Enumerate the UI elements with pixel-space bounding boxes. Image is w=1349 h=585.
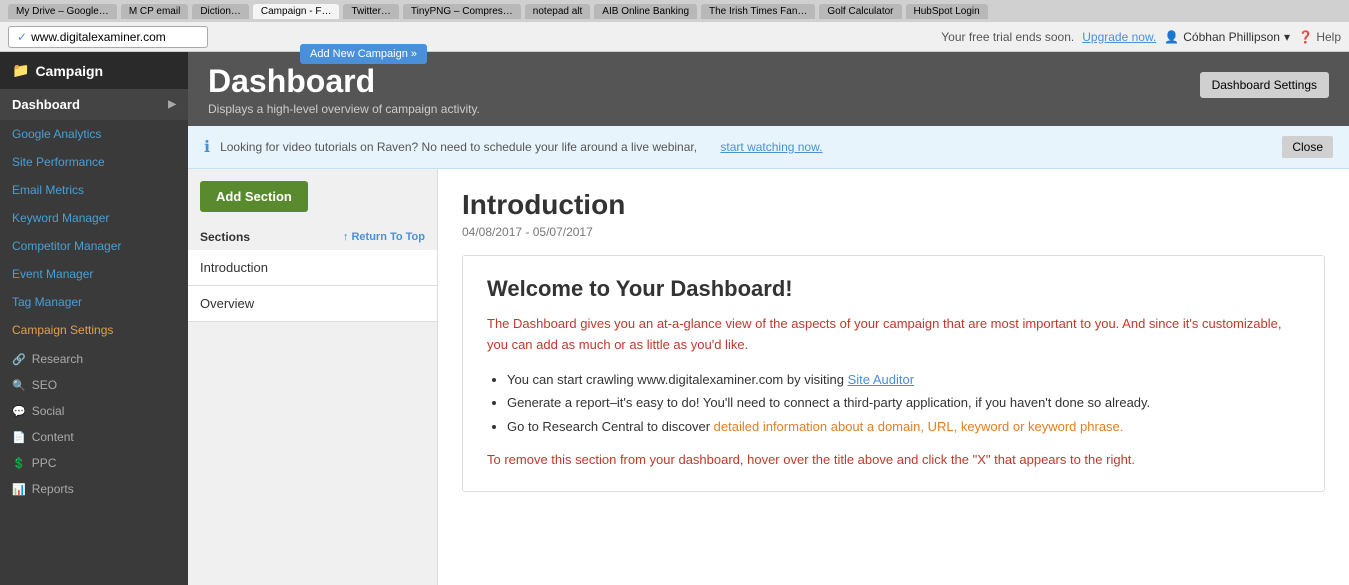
article-list: You can start crawling www.digitalexamin… bbox=[507, 368, 1300, 438]
sidebar-item-site-performance[interactable]: Site Performance bbox=[0, 148, 188, 176]
sidebar-item-keyword-manager[interactable]: Keyword Manager bbox=[0, 204, 188, 232]
list-item-3: Go to Research Central to discover detai… bbox=[507, 415, 1300, 438]
tab-golf[interactable]: Golf Calculator bbox=[819, 4, 901, 19]
upgrade-link[interactable]: Upgrade now. bbox=[1082, 30, 1156, 44]
user-name: Cóbhan Phillipson bbox=[1183, 30, 1280, 44]
tab-aib[interactable]: AIB Online Banking bbox=[594, 4, 697, 19]
article-box: Welcome to Your Dashboard! The Dashboard… bbox=[462, 255, 1325, 492]
sidebar-campaign-header: 📁 Campaign bbox=[0, 52, 188, 89]
sidebar-section-research[interactable]: 🔗 Research bbox=[0, 344, 188, 370]
trial-notice: Your free trial ends soon. bbox=[941, 30, 1074, 44]
article-intro: The Dashboard gives you an at-a-glance v… bbox=[487, 314, 1300, 356]
help-label: Help bbox=[1316, 30, 1341, 44]
site-auditor-link[interactable]: Site Auditor bbox=[848, 372, 915, 387]
article-box-title: Welcome to Your Dashboard! bbox=[487, 276, 1300, 302]
sidebar-item-tag-manager[interactable]: Tag Manager bbox=[0, 288, 188, 316]
campaign-icon: 📁 bbox=[12, 62, 29, 79]
reports-icon: 📊 bbox=[12, 483, 26, 496]
info-icon: ℹ bbox=[204, 137, 210, 157]
sidebar-item-email-metrics[interactable]: Email Metrics bbox=[0, 176, 188, 204]
sidebar-section-ppc[interactable]: 💲 PPC bbox=[0, 448, 188, 474]
social-icon: 💬 bbox=[12, 405, 26, 418]
sidebar-seo-label: SEO bbox=[32, 378, 57, 392]
bullet3-link-text: detailed information about a domain, URL… bbox=[714, 419, 1124, 434]
sidebar: 📁 Campaign Dashboard ▶ Google Analytics … bbox=[0, 52, 188, 585]
bullet2-text: Generate a report–it's easy to do! You'l… bbox=[507, 395, 1150, 410]
sidebar-ppc-label: PPC bbox=[32, 456, 57, 470]
sidebar-section-reports[interactable]: 📊 Reports bbox=[0, 474, 188, 500]
sidebar-section-seo[interactable]: 🔍 SEO bbox=[0, 370, 188, 396]
article-footer-text: To remove this section from your dashboa… bbox=[487, 452, 1135, 467]
tab-tinypng[interactable]: TinyPNG – Compres… bbox=[403, 4, 521, 19]
sidebar-reports-label: Reports bbox=[32, 482, 74, 496]
browser-tabs: My Drive – Google… M CP email Diction… C… bbox=[0, 0, 1349, 22]
content-icon: 📄 bbox=[12, 431, 26, 444]
sections-title: Sections bbox=[200, 230, 250, 244]
tab-irishtimes[interactable]: The Irish Times Fan… bbox=[701, 4, 815, 19]
bullet1-text: You can start crawling www.digitalexamin… bbox=[507, 372, 844, 387]
sidebar-item-campaign-settings[interactable]: Campaign Settings bbox=[0, 316, 188, 344]
article-title: Introduction bbox=[462, 189, 1325, 221]
address-bar[interactable]: ✓www.digitalexaminer.com bbox=[8, 26, 208, 48]
article-footer: To remove this section from your dashboa… bbox=[487, 450, 1300, 471]
ppc-icon: 💲 bbox=[12, 457, 26, 470]
sections-header: Sections ↑ Return To Top bbox=[188, 224, 437, 250]
sidebar-section-social[interactable]: 💬 Social bbox=[0, 396, 188, 422]
sidebar-content-label: Content bbox=[32, 430, 74, 444]
bullet3-prefix: Go to Research Central to discover bbox=[507, 419, 710, 434]
add-section-button[interactable]: Add Section bbox=[200, 181, 308, 212]
tab-cpemail[interactable]: M CP email bbox=[121, 4, 189, 19]
dashboard-arrow-icon: ▶ bbox=[168, 99, 176, 110]
page-title: Dashboard bbox=[208, 64, 480, 99]
address-value: www.digitalexaminer.com bbox=[31, 30, 166, 44]
dashboard-label: Dashboard bbox=[12, 97, 80, 112]
tab-hubspot[interactable]: HubSpot Login bbox=[906, 4, 988, 19]
browser-right: Your free trial ends soon. Upgrade now. … bbox=[941, 30, 1341, 44]
user-menu[interactable]: 👤 Cóbhan Phillipson ▾ bbox=[1164, 30, 1290, 44]
sidebar-campaign-title: Campaign bbox=[35, 63, 103, 79]
main-content: Dashboard Displays a high-level overview… bbox=[188, 52, 1349, 585]
sidebar-research-label: Research bbox=[32, 352, 83, 366]
tab-campaign[interactable]: Campaign - F… bbox=[253, 4, 340, 19]
tab-notepad[interactable]: notepad alt bbox=[525, 4, 591, 19]
article-date: 04/08/2017 - 05/07/2017 bbox=[462, 225, 1325, 239]
return-to-top-link[interactable]: ↑ Return To Top bbox=[343, 231, 425, 243]
chevron-down-icon: ▾ bbox=[1284, 30, 1290, 44]
sidebar-item-google-analytics[interactable]: Google Analytics bbox=[0, 120, 188, 148]
research-icon: 🔗 bbox=[12, 353, 26, 366]
content-area: Add Section Sections ↑ Return To Top Int… bbox=[188, 169, 1349, 585]
dashboard-subtitle: Displays a high-level overview of campai… bbox=[208, 102, 480, 116]
section-item-overview[interactable]: Overview bbox=[188, 286, 437, 322]
sections-panel: Add Section Sections ↑ Return To Top Int… bbox=[188, 169, 438, 585]
seo-icon: 🔍 bbox=[12, 379, 26, 392]
sidebar-item-competitor-manager[interactable]: Competitor Manager bbox=[0, 232, 188, 260]
article-area: Introduction 04/08/2017 - 05/07/2017 Wel… bbox=[438, 169, 1349, 585]
question-icon: ❓ bbox=[1298, 30, 1313, 44]
info-link[interactable]: start watching now. bbox=[720, 140, 822, 154]
info-banner: ℹ Looking for video tutorials on Raven? … bbox=[188, 126, 1349, 169]
close-banner-button[interactable]: Close bbox=[1282, 136, 1333, 158]
sidebar-section-content[interactable]: 📄 Content bbox=[0, 422, 188, 448]
dashboard-settings-button[interactable]: Dashboard Settings bbox=[1200, 72, 1329, 98]
sidebar-social-label: Social bbox=[32, 404, 65, 418]
help-button[interactable]: ❓ Help bbox=[1298, 30, 1341, 44]
sidebar-dashboard-item[interactable]: Dashboard ▶ bbox=[0, 89, 188, 120]
tab-dict[interactable]: Diction… bbox=[192, 4, 249, 19]
user-avatar-icon: 👤 bbox=[1164, 30, 1179, 44]
sidebar-item-event-manager[interactable]: Event Manager bbox=[0, 260, 188, 288]
info-text: Looking for video tutorials on Raven? No… bbox=[220, 140, 697, 154]
bullet3-link[interactable]: detailed information about a domain, URL… bbox=[714, 419, 1124, 434]
add-new-campaign-dropdown[interactable]: Add New Campaign » bbox=[300, 44, 427, 64]
app-layout: 📁 Campaign Dashboard ▶ Google Analytics … bbox=[0, 52, 1349, 585]
list-item-2: Generate a report–it's easy to do! You'l… bbox=[507, 391, 1300, 414]
list-item-1: You can start crawling www.digitalexamin… bbox=[507, 368, 1300, 391]
section-item-introduction[interactable]: Introduction bbox=[188, 250, 437, 286]
browser-bar: Add New Campaign » ✓www.digitalexaminer.… bbox=[0, 22, 1349, 52]
tab-twitter[interactable]: Twitter… bbox=[343, 4, 398, 19]
tab-mydrive[interactable]: My Drive – Google… bbox=[8, 4, 117, 19]
